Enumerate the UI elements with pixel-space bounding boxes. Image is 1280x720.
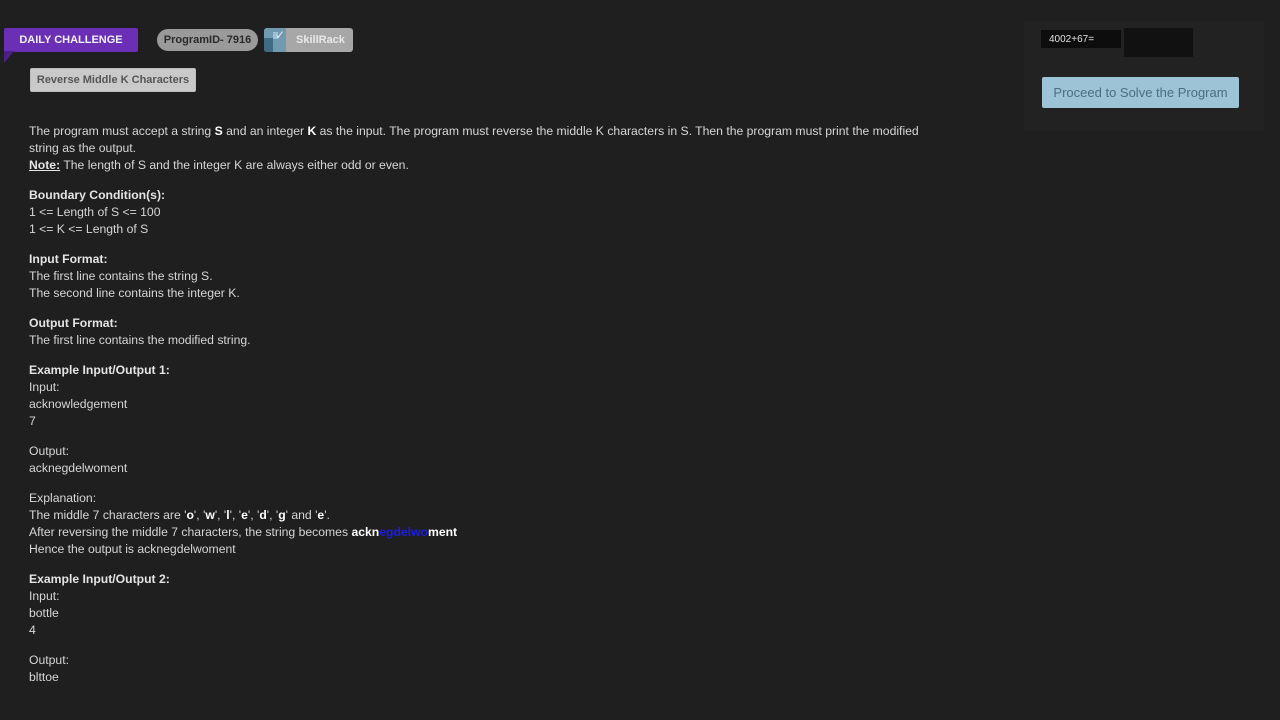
explanation-text: The middle 7 characters are ' — [29, 508, 187, 522]
example2-heading: Example Input/Output 2: — [29, 572, 170, 586]
result-prefix: ackn — [351, 525, 380, 539]
sep: ', ' — [229, 508, 242, 522]
note-text: The length of S and the integer K are al… — [60, 158, 409, 172]
note-label: Note: — [29, 158, 61, 172]
explanation-line-3: Hence the output is acknegdelwoment — [29, 542, 236, 556]
intro-text: and an integer — [222, 124, 308, 138]
boundary-heading: Boundary Condition(s): — [29, 188, 166, 202]
sep: ', ' — [193, 508, 206, 522]
example2-output-label: Output: — [29, 653, 69, 667]
proceed-to-solve-button[interactable]: Proceed to Solve the Program — [1042, 77, 1239, 108]
example2-output: blttoe — [29, 670, 59, 684]
problem-page: DAILY CHALLENGE ProgramID- 7916 ✓ SkillR… — [0, 0, 1280, 720]
intro-text: The program must accept a string — [29, 124, 215, 138]
var-k: K — [307, 124, 317, 138]
example1-heading: Example Input/Output 1: — [29, 363, 170, 377]
var-s: S — [214, 124, 223, 138]
char: e — [241, 508, 248, 522]
sep: ', ' — [247, 508, 260, 522]
intro-text: as the input. The program must reverse t… — [316, 124, 919, 138]
explanation-label: Explanation: — [29, 491, 97, 505]
example1-output-label: Output: — [29, 444, 69, 458]
explanation-line-2: After reversing the middle 7 characters,… — [29, 524, 989, 541]
input-format-line-2: The second line contains the integer K. — [29, 286, 240, 300]
char: g — [278, 508, 286, 522]
example1-input-2: 7 — [29, 414, 36, 428]
output-format-line-1: The first line contains the modified str… — [29, 333, 251, 347]
result-suffix: ment — [428, 525, 458, 539]
result-highlight: egdelwo — [379, 525, 428, 539]
example1-input-1: acknowledgement — [29, 397, 128, 411]
boundary-line-1: 1 <= Length of S <= 100 — [29, 205, 161, 219]
captcha-question: 4002+67= — [1041, 30, 1121, 48]
explanation-text: After reversing the middle 7 characters,… — [29, 525, 352, 539]
program-id-badge: ProgramID- 7916 — [157, 29, 258, 51]
problem-title: Reverse Middle K Characters — [36, 74, 190, 86]
input-format-line-1: The first line contains the string S. — [29, 269, 213, 283]
example1-input-label: Input: — [29, 380, 60, 394]
daily-challenge-label: DAILY CHALLENGE — [19, 34, 123, 46]
daily-challenge-badge[interactable]: DAILY CHALLENGE — [4, 28, 138, 52]
sep: '. — [324, 508, 330, 522]
sep: ' and ' — [285, 508, 318, 522]
boundary-line-2: 1 <= K <= Length of S — [29, 222, 149, 236]
program-id-label: ProgramID- 7916 — [163, 34, 252, 46]
problem-statement: The program must accept a string S and a… — [29, 123, 989, 686]
char: o — [186, 508, 194, 522]
output-format-heading: Output Format: — [29, 316, 118, 330]
skillrack-logo-icon: ✓ — [264, 28, 286, 52]
captcha-text: 4002+67= — [1049, 33, 1095, 45]
sep: ', ' — [214, 508, 227, 522]
intro-line-2: string as the output. — [29, 141, 137, 155]
sep: ', ' — [266, 508, 279, 522]
example2-input-label: Input: — [29, 589, 60, 603]
problem-title-button[interactable]: Reverse Middle K Characters — [30, 68, 196, 92]
skillrack-label: SkillRack — [296, 34, 345, 46]
explanation-line-1: The middle 7 characters are 'o', 'w', 'l… — [29, 507, 989, 524]
skillrack-button[interactable]: ✓ SkillRack — [264, 28, 353, 52]
char: d — [259, 508, 267, 522]
captcha-answer-input[interactable] — [1124, 28, 1193, 57]
input-format-heading: Input Format: — [29, 252, 108, 266]
char: w — [205, 508, 215, 522]
example2-input-1: bottle — [29, 606, 59, 620]
daily-badge-ribbon-tail — [4, 51, 14, 63]
note-line: Note: The length of S and the integer K … — [29, 157, 989, 174]
example2-input-2: 4 — [29, 623, 36, 637]
example1-output: acknegdelwoment — [29, 461, 128, 475]
intro-line-1: The program must accept a string S and a… — [29, 123, 989, 140]
